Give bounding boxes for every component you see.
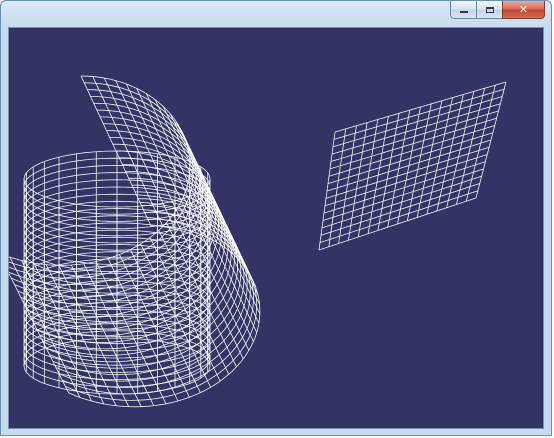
plane-grid-line [320, 183, 480, 236]
plane-grid-line [319, 190, 479, 243]
plane-grid-line [321, 175, 482, 229]
plane-grid-line [318, 197, 477, 251]
wireframe-scene [9, 75, 507, 408]
caption-buttons: ✕ [450, 1, 545, 19]
plane-grid-line [325, 146, 490, 199]
close-icon: ✕ [518, 3, 529, 16]
minimize-button[interactable] [450, 1, 476, 19]
minimize-icon [459, 11, 468, 13]
3d-viewport[interactable] [8, 27, 544, 429]
wireframe-cylinder [23, 150, 211, 395]
plane-grid-line [330, 110, 499, 162]
plane-grid-line [327, 132, 494, 184]
plane-grid-line [323, 161, 486, 214]
close-button[interactable]: ✕ [502, 1, 545, 19]
plane-grid-line [324, 154, 488, 207]
title-bar[interactable]: ✕ [1, 1, 551, 27]
maximize-icon [485, 6, 494, 13]
wireframe-plane [318, 81, 507, 251]
app-window: ✕ [0, 0, 552, 436]
plane-grid-line [326, 139, 492, 192]
plane-grid-line [322, 168, 484, 221]
plane-grid-line [328, 125, 495, 177]
maximize-button[interactable] [476, 1, 502, 19]
